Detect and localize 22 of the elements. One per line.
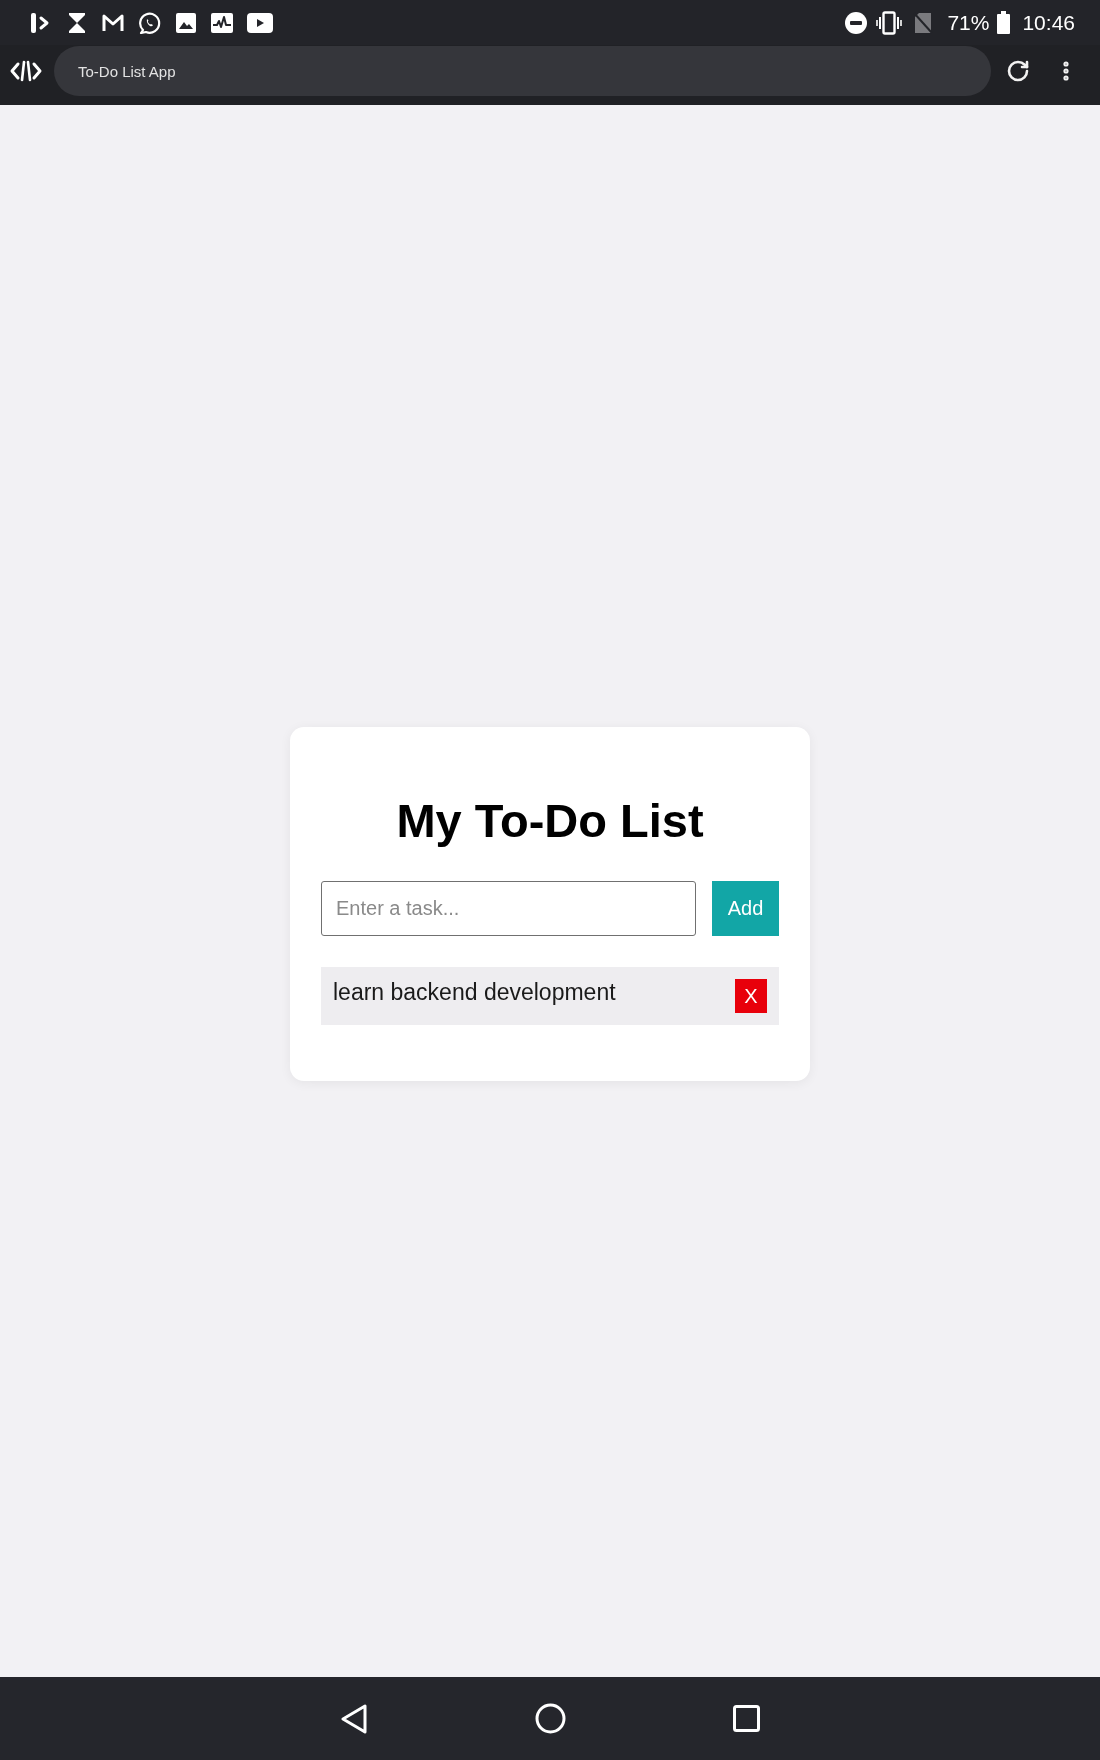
no-sim-icon: [913, 11, 934, 34]
image-icon: [175, 11, 197, 34]
reload-icon[interactable]: [1006, 59, 1030, 83]
battery-icon: [997, 11, 1011, 34]
do-not-disturb-icon: [845, 11, 868, 34]
vibrate-icon: [876, 10, 903, 35]
add-button[interactable]: Add: [712, 881, 779, 936]
phone-chat-bubble-icon: [138, 11, 162, 34]
app-title: My To-Do List: [395, 793, 705, 849]
pulse-chart-icon: [210, 11, 234, 34]
task-text: learn backend development: [333, 978, 616, 1006]
task-input[interactable]: Enter a task...: [321, 881, 696, 936]
home-icon[interactable]: [534, 1703, 566, 1734]
code-brackets-icon[interactable]: [10, 60, 42, 82]
back-icon[interactable]: [340, 1703, 368, 1734]
clock-time: 10:46: [1022, 10, 1075, 35]
address-bar[interactable]: To-Do List App: [54, 46, 991, 96]
battery-percent: 71%: [947, 10, 990, 35]
video-play-icon: [247, 12, 273, 33]
recents-icon[interactable]: [732, 1705, 760, 1732]
delete-button[interactable]: X: [735, 979, 767, 1013]
hourglass-icon: [66, 11, 88, 34]
